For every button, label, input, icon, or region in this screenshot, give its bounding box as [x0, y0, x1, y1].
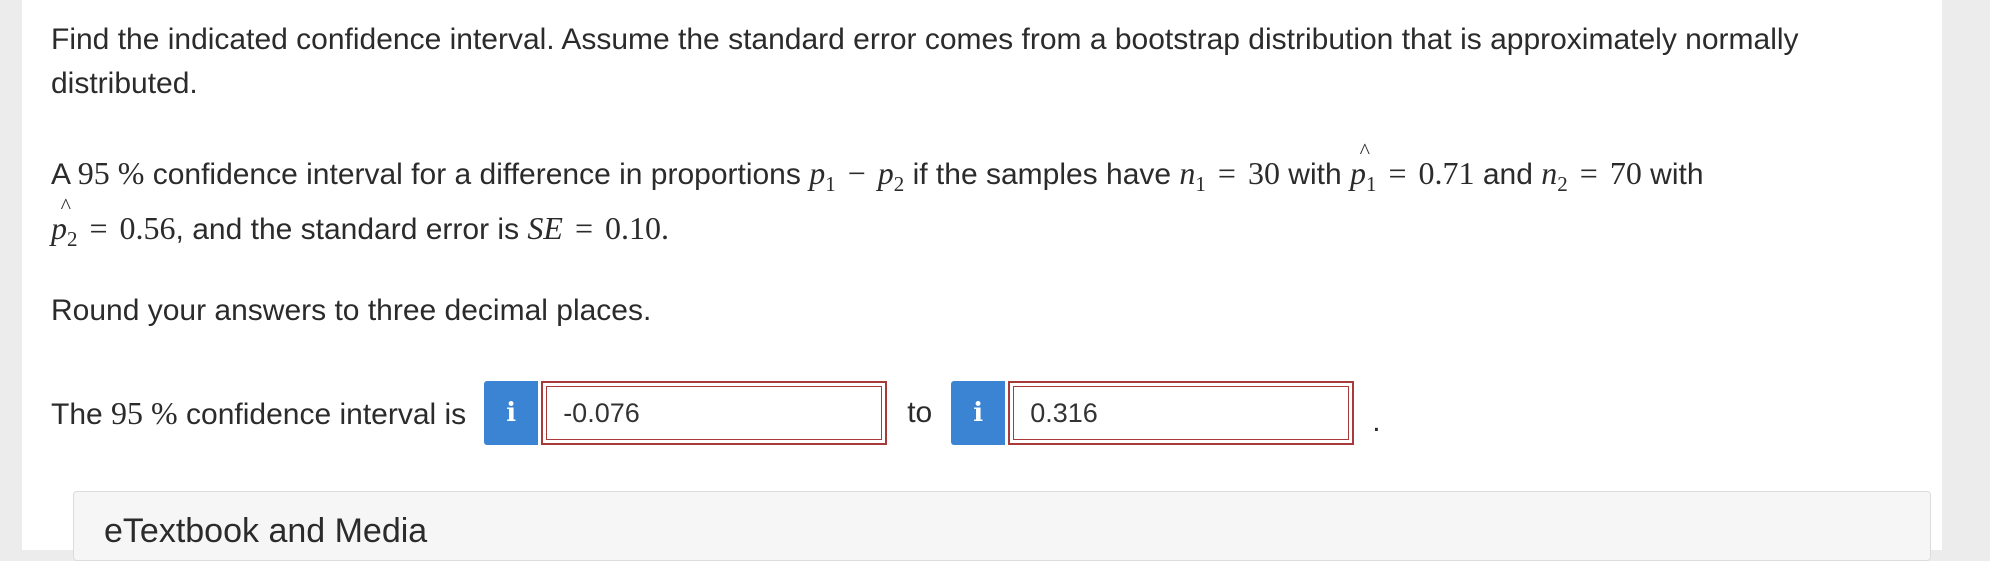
conf-level-math: 95 %: [77, 155, 145, 191]
answer-lead: The 95 % confidence interval is: [51, 395, 466, 432]
question-panel: Find the indicated confidence interval. …: [22, 0, 1942, 561]
p1-symbol: p1: [809, 155, 836, 196]
se-symbol: SE: [527, 210, 563, 246]
n2-symbol: n2: [1541, 155, 1568, 196]
answer-lead-text: The: [51, 397, 112, 431]
problem-text: and: [1474, 158, 1542, 191]
upper-bound-input[interactable]: [1008, 381, 1355, 445]
p1-hat-value: 0.71: [1418, 155, 1475, 191]
to-label: to: [907, 396, 933, 429]
n1-symbol: n1: [1179, 155, 1206, 196]
problem-statement: A 95 % confidence interval for a differe…: [51, 151, 1931, 261]
problem-text: .: [661, 210, 669, 246]
etextbook-and-media-section[interactable]: eTextbook and Media: [73, 491, 1931, 561]
p2-hat-value: 0.56: [119, 210, 176, 246]
conf-level-math: 95 %: [111, 394, 178, 431]
equals-sign: =: [574, 210, 593, 246]
equals-sign: =: [89, 210, 108, 246]
p2-symbol: p2: [877, 155, 905, 196]
answer-row: The 95 % confidence interval is i to i .: [51, 381, 1381, 445]
problem-text: with: [1279, 158, 1350, 191]
etextbook-label: eTextbook and Media: [104, 512, 428, 550]
problem-text: , and the standard error is: [175, 213, 528, 246]
problem-text: confidence interval for a difference in …: [144, 158, 810, 191]
rounding-instruction: Round your answers to three decimal plac…: [51, 294, 652, 327]
info-icon[interactable]: i: [484, 381, 539, 445]
equals-sign: =: [1579, 155, 1598, 191]
p1-hat-symbol: p1: [1350, 151, 1377, 206]
n1-value: 30: [1247, 155, 1280, 191]
se-value: 0.10: [605, 210, 661, 246]
sentence-period: .: [1372, 405, 1381, 438]
equals-sign: =: [1388, 155, 1407, 191]
problem-text: with: [1641, 158, 1704, 191]
n2-value: 70: [1609, 155, 1642, 191]
info-icon[interactable]: i: [951, 381, 1006, 445]
p2-hat-symbol: p2: [51, 206, 78, 261]
equals-sign: =: [1217, 155, 1236, 191]
question-intro: Find the indicated confidence interval. …: [51, 23, 1799, 100]
lower-bound-input[interactable]: [541, 381, 888, 445]
answer-lead-text: confidence interval is: [177, 397, 467, 431]
problem-text: if the samples have: [904, 158, 1180, 191]
minus-sign: −: [847, 155, 866, 191]
